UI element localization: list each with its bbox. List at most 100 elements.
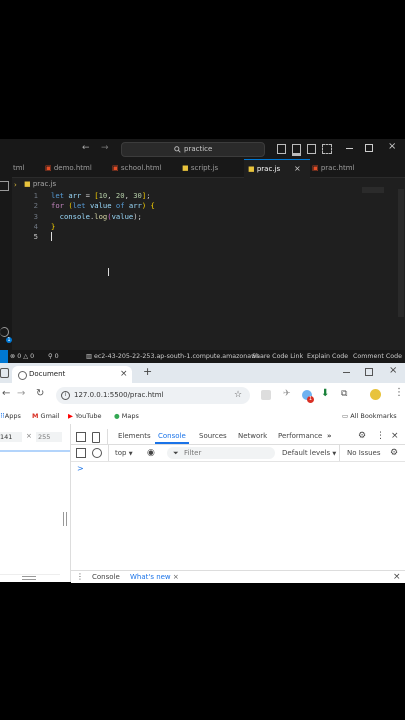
- tab-performance[interactable]: Performance: [278, 429, 322, 444]
- problems-status[interactable]: ⊗ 0 △ 0: [10, 350, 34, 363]
- back-arrow-icon[interactable]: ←: [2, 388, 10, 399]
- close-window-icon[interactable]: ×: [389, 365, 397, 376]
- new-tab-button[interactable]: +: [143, 365, 152, 378]
- toggle-secondary-sidebar-icon[interactable]: [307, 144, 316, 154]
- toggle-sidebar-icon[interactable]: [277, 144, 286, 154]
- issues-counter[interactable]: No Issues: [347, 445, 381, 461]
- tab-sources[interactable]: Sources: [199, 429, 227, 444]
- resize-handle[interactable]: [63, 512, 67, 526]
- customize-layout-icon[interactable]: [322, 144, 332, 154]
- explain-code-button[interactable]: Explain Code: [307, 350, 348, 363]
- bookmark-gmail[interactable]: M Gmail: [32, 408, 60, 424]
- tab-partial[interactable]: tml: [13, 159, 45, 177]
- tab-script-js[interactable]: ■ script.js: [182, 159, 234, 177]
- clear-console-icon[interactable]: [92, 448, 102, 458]
- explorer-icon[interactable]: [0, 181, 9, 191]
- operator: =: [81, 191, 95, 200]
- toggle-panel-icon[interactable]: [292, 144, 301, 156]
- chevron-down-icon: ▼: [128, 451, 133, 457]
- js-file-icon: ■: [24, 180, 31, 188]
- devtools-drawer: ⋮ Console What's new × ×: [71, 570, 405, 583]
- share-code-link-button[interactable]: Share Code Link: [252, 350, 303, 363]
- ports-status[interactable]: ⚲ 0: [48, 350, 59, 363]
- chevron-down-icon: ▼: [332, 451, 337, 457]
- tab-prac-js[interactable]: ■ prac.js ×: [244, 159, 310, 178]
- comment-code-button[interactable]: Comment Code: [353, 350, 402, 363]
- line-number: 2: [33, 201, 38, 210]
- breadcrumb[interactable]: ■ prac.js: [24, 180, 56, 188]
- close-window-icon[interactable]: ×: [388, 141, 396, 152]
- bookmark-youtube[interactable]: ▶ YouTube: [68, 408, 102, 424]
- all-bookmarks-label: All Bookmarks: [350, 412, 397, 420]
- more-tabs-icon[interactable]: »: [327, 429, 332, 444]
- minimap[interactable]: [362, 187, 384, 193]
- extension-icon[interactable]: ✈: [283, 389, 291, 399]
- browser-tab-document[interactable]: Document ×: [12, 366, 132, 383]
- gear-icon[interactable]: ⚙: [358, 429, 366, 444]
- maximize-icon[interactable]: [365, 368, 373, 376]
- download-icon[interactable]: ⬇: [321, 388, 329, 399]
- kebab-menu-icon[interactable]: ⋮: [394, 387, 404, 398]
- code-line-1: let arr = [10, 20, 30];: [51, 191, 151, 200]
- kebab-menu-icon[interactable]: ⋮: [76, 571, 84, 583]
- tab-groups-icon[interactable]: [0, 368, 9, 378]
- kebab-menu-icon[interactable]: ⋮: [376, 429, 385, 444]
- tab-label: school.html: [120, 164, 162, 172]
- filter-icon: ⏷: [173, 449, 179, 457]
- breadcrumb-label: prac.js: [32, 180, 57, 188]
- extension-icon[interactable]: [261, 390, 271, 400]
- console-filter-input[interactable]: ⏷ Filter: [167, 447, 275, 459]
- tab-elements[interactable]: Elements: [118, 429, 151, 444]
- editor-scrollbar[interactable]: [398, 189, 404, 317]
- chrome-window: Document × + × ← → ↻ i 127.0.0.1:5500/pr…: [0, 363, 405, 583]
- bookmark-maps[interactable]: ● Maps: [114, 408, 139, 424]
- js-file-icon: ■: [248, 165, 255, 173]
- minimize-icon[interactable]: [346, 148, 353, 149]
- maximize-icon[interactable]: [365, 144, 373, 152]
- account-icon[interactable]: [0, 327, 9, 337]
- close-tab-icon[interactable]: ×: [294, 160, 301, 178]
- close-icon[interactable]: ×: [173, 573, 179, 581]
- device-toolbar-icon[interactable]: [92, 432, 100, 443]
- viewport-height-input[interactable]: 255: [36, 432, 62, 442]
- forward-arrow-icon[interactable]: →: [17, 388, 25, 399]
- forward-arrow-icon[interactable]: →: [101, 143, 109, 153]
- close-devtools-icon[interactable]: ×: [391, 429, 399, 444]
- address-bar[interactable]: i 127.0.0.1:5500/prac.html ☆: [56, 387, 250, 404]
- viewport-width-input[interactable]: 141: [0, 432, 22, 442]
- log-levels-dropdown[interactable]: Default levels ▼: [282, 445, 336, 462]
- remote-host-label: ec2-43-205-22-253.ap-south-1.compute.ama…: [93, 353, 260, 360]
- all-bookmarks[interactable]: ▭ All Bookmarks: [342, 408, 397, 424]
- extensions-puzzle-icon[interactable]: ⧉: [341, 389, 347, 399]
- close-tab-icon[interactable]: ×: [120, 366, 128, 383]
- tab-network[interactable]: Network: [238, 429, 267, 444]
- bookmark-star-icon[interactable]: ☆: [234, 387, 242, 404]
- sidebar-toggle-icon[interactable]: [76, 448, 86, 458]
- divider: [339, 445, 340, 461]
- avatar[interactable]: [370, 389, 381, 400]
- tab-demo-html[interactable]: ▣ demo.html: [45, 159, 105, 177]
- resize-handle[interactable]: [22, 576, 36, 580]
- console-settings-gear-icon[interactable]: ⚙: [390, 445, 398, 461]
- console-prompt[interactable]: >: [77, 464, 84, 473]
- reload-icon[interactable]: ↻: [36, 388, 44, 399]
- remote-indicator[interactable]: [0, 350, 8, 363]
- bookmark-label: Gmail: [40, 412, 60, 420]
- eye-icon[interactable]: ◉: [147, 445, 155, 461]
- drawer-tab-whats-new[interactable]: What's new ×: [130, 571, 179, 583]
- bookmarks-bar: ⠿Apps M Gmail ▶ YouTube ● Maps ▭ All Boo…: [0, 408, 405, 425]
- context-selector[interactable]: top ▼: [115, 445, 133, 462]
- inspect-element-icon[interactable]: [76, 432, 86, 442]
- tab-prac-html[interactable]: ▣ prac.html: [312, 159, 372, 177]
- back-arrow-icon[interactable]: ←: [82, 143, 90, 153]
- minimize-icon[interactable]: [343, 372, 350, 373]
- tab-console[interactable]: Console: [155, 429, 189, 444]
- bookmark-apps[interactable]: ⠿Apps: [0, 408, 21, 424]
- punctuation: ;: [146, 191, 151, 200]
- tab-school-html[interactable]: ▣ school.html: [112, 159, 176, 177]
- close-drawer-icon[interactable]: ×: [393, 571, 401, 583]
- remote-host[interactable]: ▥ ec2-43-205-22-253.ap-south-1.compute.a…: [86, 350, 260, 363]
- command-center-search[interactable]: practice: [121, 142, 265, 157]
- drawer-tab-console[interactable]: Console: [92, 571, 120, 583]
- site-info-icon[interactable]: i: [61, 391, 70, 400]
